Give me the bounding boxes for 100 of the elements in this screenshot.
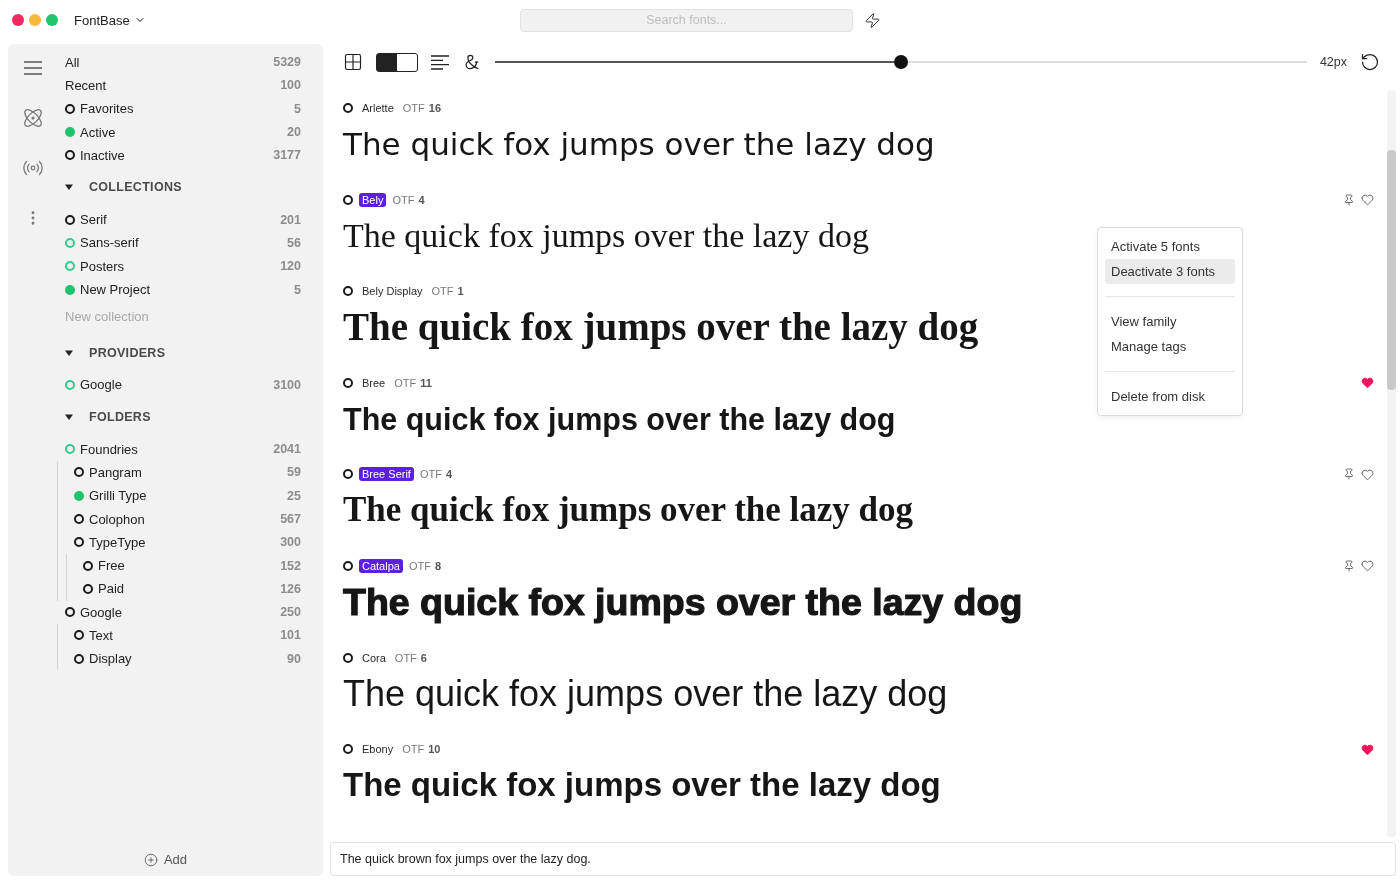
sidebar-item[interactable]: New Project bbox=[80, 282, 151, 297]
preview-text-field[interactable]: The quick brown fox jumps over the lazy dog. bbox=[330, 842, 1396, 876]
item-count: 2041 bbox=[273, 442, 301, 457]
font-format: OTF bbox=[394, 376, 417, 389]
font-name[interactable]: Cora bbox=[359, 650, 389, 665]
font-format: OTF bbox=[402, 743, 425, 756]
item-count: 101 bbox=[280, 628, 301, 643]
font-preview: The quick fox jumps over the lazy dog bbox=[343, 400, 896, 439]
maximize-button[interactable] bbox=[46, 14, 58, 26]
sidebar-item[interactable]: Free bbox=[98, 558, 125, 574]
reset-icon[interactable] bbox=[1360, 52, 1380, 72]
font-format: OTF bbox=[392, 193, 415, 206]
font-format: OTF bbox=[431, 285, 454, 298]
item-count: 120 bbox=[280, 259, 301, 274]
sidebar-item[interactable]: Grilli Type bbox=[89, 488, 147, 504]
item-count: 5 bbox=[294, 101, 301, 116]
font-format: OTF bbox=[408, 559, 431, 572]
grid-view-icon[interactable] bbox=[343, 52, 363, 72]
sidebar-item[interactable]: Posters bbox=[80, 258, 125, 274]
sidebar-item[interactable]: Colophon bbox=[89, 511, 145, 527]
style-count: 4 bbox=[418, 193, 425, 206]
heart-icon[interactable] bbox=[1361, 193, 1374, 207]
contrast-toggle-icon[interactable] bbox=[376, 52, 418, 72]
style-count: 1 bbox=[457, 285, 464, 298]
sidebar-item[interactable]: Inactive bbox=[80, 147, 125, 163]
heart-icon[interactable] bbox=[1361, 559, 1374, 573]
plus-circle-icon bbox=[143, 852, 158, 867]
font-preview: The quick fox jumps over the lazy dog bbox=[343, 304, 979, 351]
font-name[interactable]: Bely bbox=[359, 192, 387, 207]
font-name[interactable]: Ebony bbox=[359, 742, 397, 757]
item-count: 567 bbox=[280, 512, 301, 526]
menu-icon[interactable] bbox=[23, 61, 42, 75]
sidebar-item[interactable]: All bbox=[65, 54, 80, 70]
menu-item[interactable]: View family bbox=[1105, 309, 1235, 334]
pin-icon[interactable] bbox=[1343, 193, 1355, 206]
item-count: 90 bbox=[287, 651, 301, 666]
section-header[interactable]: COLLECTIONS bbox=[65, 176, 182, 199]
font-name[interactable]: Catalpa bbox=[359, 558, 403, 573]
sidebar-item[interactable]: Pangram bbox=[89, 464, 142, 480]
item-count: 25 bbox=[287, 488, 301, 503]
heart-icon[interactable] bbox=[1361, 376, 1374, 390]
section-header[interactable]: FOLDERS bbox=[65, 405, 151, 429]
item-count: 250 bbox=[280, 605, 301, 620]
item-count: 100 bbox=[280, 78, 301, 93]
menu-item[interactable]: Deactivate 3 fonts bbox=[1105, 259, 1235, 284]
sidebar-item[interactable]: Sans-serif bbox=[80, 235, 139, 251]
heart-icon[interactable] bbox=[1361, 742, 1374, 756]
sidebar-item[interactable]: Recent bbox=[65, 77, 107, 93]
item-count: 3100 bbox=[273, 377, 301, 392]
font-format: OTF bbox=[419, 468, 442, 481]
style-count: 6 bbox=[420, 651, 427, 664]
font-preview: The quick fox jumps over the lazy dog bbox=[343, 215, 869, 256]
item-count: 152 bbox=[280, 558, 301, 573]
slider-thumb[interactable] bbox=[893, 55, 908, 69]
sidebar-item[interactable]: Google bbox=[80, 604, 122, 620]
sidebar-item[interactable]: Display bbox=[89, 651, 132, 667]
font-name[interactable]: Bely Display bbox=[359, 284, 426, 299]
font-preview: The quick fox jumps over the lazy dog bbox=[343, 579, 1023, 625]
font-name[interactable]: Arlette bbox=[359, 101, 397, 115]
item-count: 300 bbox=[280, 535, 301, 550]
font-name[interactable]: Bree Serif bbox=[359, 467, 414, 482]
close-button[interactable] bbox=[12, 14, 24, 26]
style-count: 8 bbox=[434, 559, 442, 572]
item-count: 5329 bbox=[273, 55, 301, 70]
item-count: 20 bbox=[287, 125, 301, 140]
font-preview: The quick fox jumps over the lazy dog bbox=[343, 671, 948, 716]
scrollbar-thumb[interactable] bbox=[1387, 150, 1396, 390]
font-preview: The quick fox jumps over the lazy dog bbox=[343, 765, 941, 806]
new-collection-field[interactable]: New collection bbox=[65, 305, 225, 329]
menu-item[interactable]: Activate 5 fonts bbox=[1105, 234, 1235, 259]
pin-icon[interactable] bbox=[1343, 468, 1355, 481]
item-count: 201 bbox=[280, 212, 301, 227]
align-left-icon[interactable] bbox=[431, 54, 449, 70]
sidebar-item[interactable]: Google bbox=[80, 377, 122, 393]
sidebar-item[interactable]: Serif bbox=[80, 212, 107, 228]
heart-icon[interactable] bbox=[1361, 467, 1374, 481]
menu-item[interactable]: Delete from disk bbox=[1105, 384, 1235, 409]
style-count: 10 bbox=[428, 743, 441, 756]
atom-icon[interactable] bbox=[21, 107, 44, 129]
size-reading: 42px bbox=[1319, 55, 1347, 69]
section-header[interactable]: PROVIDERS bbox=[65, 341, 166, 365]
item-count: 5 bbox=[294, 282, 301, 297]
sidebar-item[interactable]: TypeType bbox=[89, 534, 146, 550]
style-count: 11 bbox=[420, 376, 432, 389]
font-format: OTF bbox=[394, 651, 417, 664]
style-count: 4 bbox=[445, 468, 453, 481]
item-count: 3177 bbox=[273, 148, 301, 163]
sidebar-item[interactable]: Foundries bbox=[80, 441, 138, 457]
menu-item[interactable]: Manage tags bbox=[1105, 334, 1235, 359]
sidebar-item[interactable]: Favorites bbox=[80, 101, 134, 117]
sidebar-item[interactable]: Text bbox=[89, 628, 113, 643]
lightning-icon[interactable] bbox=[864, 11, 881, 29]
item-count: 56 bbox=[287, 235, 301, 250]
item-count: 59 bbox=[287, 465, 301, 480]
font-name[interactable]: Bree bbox=[359, 375, 389, 390]
app-menu-button[interactable]: FontBase bbox=[74, 12, 146, 28]
pin-icon[interactable] bbox=[1343, 559, 1355, 572]
sidebar-item[interactable]: Active bbox=[80, 124, 116, 140]
sidebar-item[interactable]: Paid bbox=[98, 581, 125, 597]
add-button[interactable]: Add bbox=[143, 852, 188, 867]
